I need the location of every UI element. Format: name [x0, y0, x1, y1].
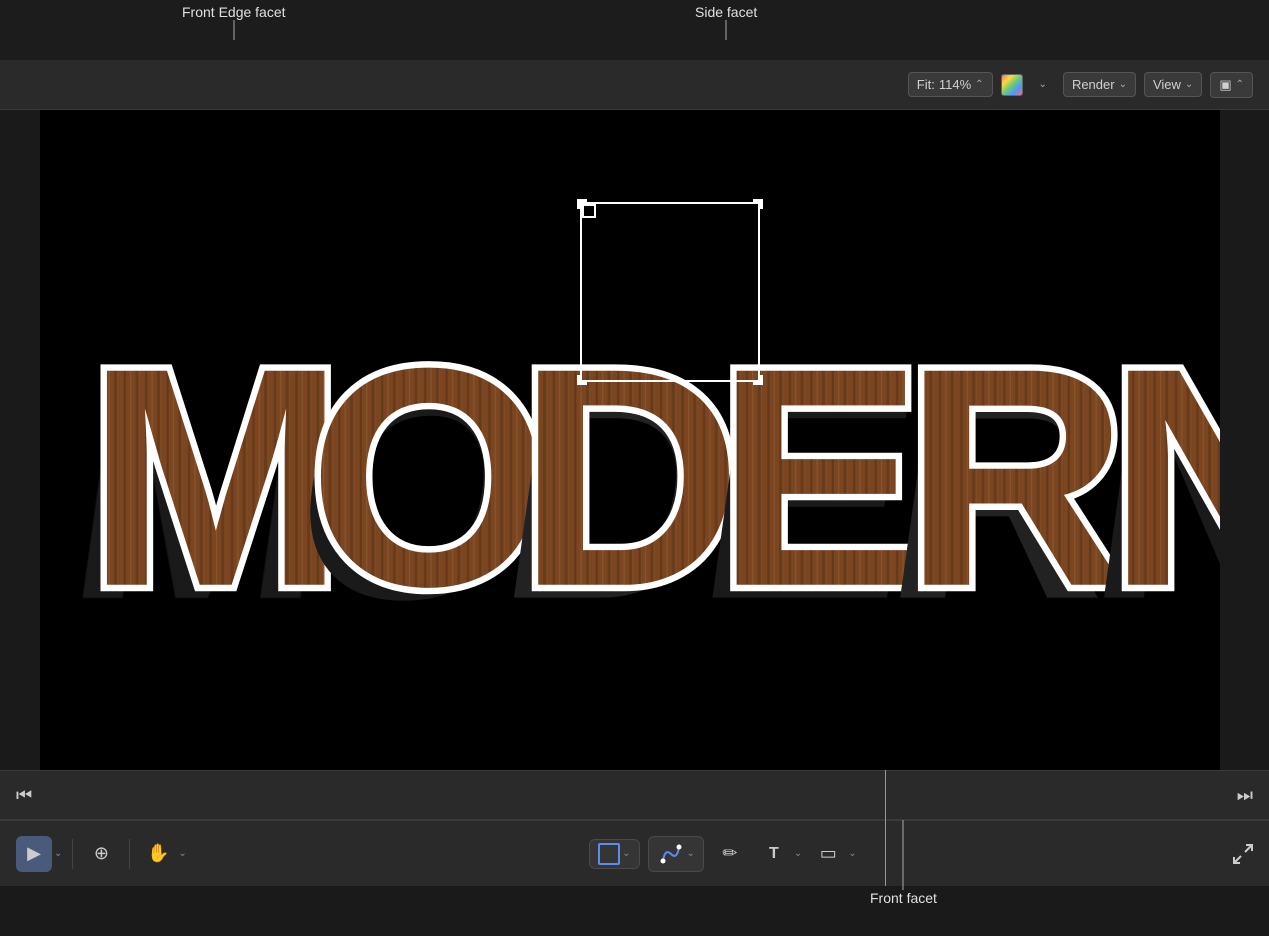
top-toolbar: Fit: 114% ⌃ ⌄ Render ⌄ View ⌄ ▣ ⌃: [0, 60, 1269, 110]
side-facet-label: Side facet: [695, 4, 757, 20]
modern-text-svg: M M O O D D E E R R N N: [40, 110, 1220, 770]
render-chevron: ⌄: [1119, 79, 1127, 90]
select-icon: ▶: [27, 843, 41, 864]
paint-tool-button[interactable]: ✏: [712, 836, 748, 872]
layout-chevron: ⌃: [1236, 79, 1244, 90]
orbit-tool-button[interactable]: ⊕: [83, 836, 119, 872]
color-swatch[interactable]: [1001, 74, 1023, 96]
fit-control[interactable]: Fit: 114% ⌃: [908, 72, 993, 97]
bezier-tool-button[interactable]: [657, 840, 685, 868]
pan-tool-group: ✋ ⌄: [140, 836, 186, 872]
text-tool-button[interactable]: T: [756, 836, 792, 872]
expand-icon: [1231, 842, 1255, 866]
paint-icon: ✏: [722, 843, 737, 864]
front-facet-label: Front facet: [870, 890, 937, 906]
timeline-end-button[interactable]: ⏭: [1237, 785, 1253, 806]
fit-value: 114%: [939, 77, 971, 92]
pan-tool-button[interactable]: ✋: [140, 836, 176, 872]
view-chevron: ⌄: [1185, 79, 1193, 90]
render-label: Render: [1072, 77, 1115, 92]
select-tool-button[interactable]: ▶: [16, 836, 52, 872]
layout-switcher[interactable]: ▣ ⌃: [1210, 72, 1253, 98]
shape-tool-group: ⌄: [589, 839, 639, 869]
front-edge-facet-label: Front Edge facet: [182, 4, 286, 20]
view-label: View: [1153, 77, 1181, 92]
toolbar-separator-2: [129, 839, 130, 869]
view-button[interactable]: View ⌄: [1144, 72, 1202, 97]
toolbar-separator-1: [72, 839, 73, 869]
panel-tool-button[interactable]: ▭: [810, 836, 846, 872]
panel-icon: ▭: [820, 843, 837, 864]
panel-tool-group: ▭ ⌄: [810, 836, 856, 872]
render-button[interactable]: Render ⌄: [1063, 72, 1136, 97]
select-tool-group: ▶ ⌄: [16, 836, 62, 872]
canvas-area: M M O O D D E E R R N N: [40, 110, 1220, 770]
panel-tool-dropdown[interactable]: ⌄: [848, 848, 856, 859]
text-tool-dropdown[interactable]: ⌄: [794, 848, 802, 859]
front-facet-annotation-line: [885, 770, 886, 886]
shape-tool-dropdown[interactable]: ⌄: [622, 848, 630, 859]
text-icon: T: [769, 845, 779, 863]
timeline-start-button[interactable]: ⏮: [16, 785, 32, 806]
layout-icon: ▣: [1219, 77, 1231, 93]
pan-tool-dropdown[interactable]: ⌄: [178, 848, 186, 859]
bezier-icon: [660, 843, 682, 865]
annotation-area: Front Edge facet Side facet: [0, 0, 1269, 60]
svg-text:N: N: [1107, 303, 1220, 651]
bezier-dropdown[interactable]: ⌄: [687, 848, 695, 859]
select-tool-dropdown[interactable]: ⌄: [54, 848, 62, 859]
fit-label: Fit:: [917, 77, 935, 92]
color-chevron[interactable]: ⌄: [1031, 75, 1055, 94]
rect-shape-tool[interactable]: [598, 843, 620, 865]
text-tool-group: T ⌄: [756, 836, 802, 872]
timeline-area: ⏮ ⏭: [0, 770, 1269, 820]
orbit-icon: ⊕: [94, 843, 109, 864]
pan-icon: ✋: [147, 843, 169, 864]
expand-button[interactable]: [1231, 842, 1255, 872]
bottom-toolbar: ▶ ⌄ ⊕ ✋ ⌄ ⌄ ⌄: [0, 820, 1269, 886]
fit-chevron: ⌃: [975, 79, 983, 90]
bezier-tool-group: ⌄: [648, 836, 704, 872]
